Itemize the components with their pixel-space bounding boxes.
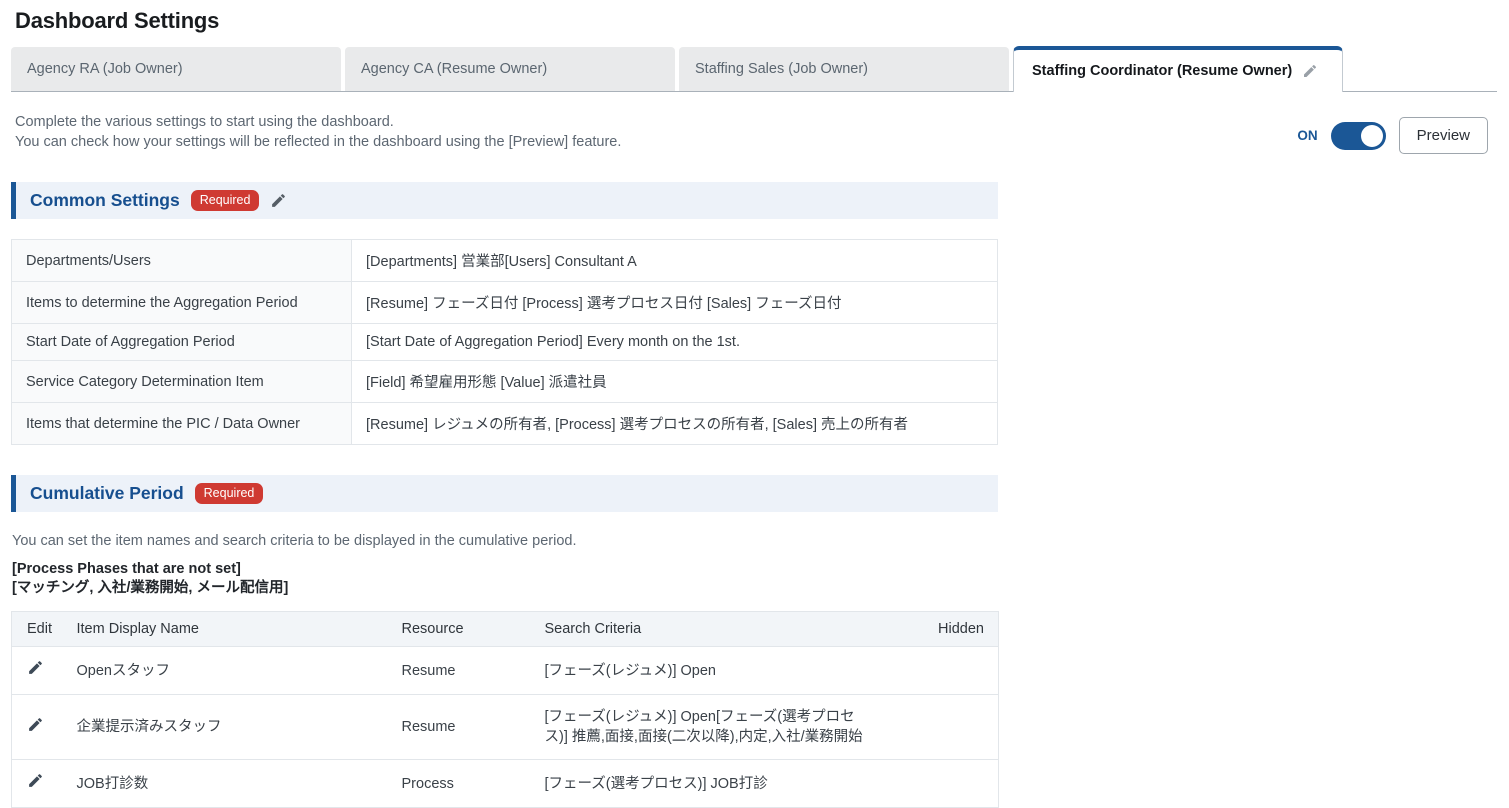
required-badge: Required xyxy=(191,190,260,211)
tab-label: Agency CA (Resume Owner) xyxy=(361,61,547,77)
search-criteria-cell: [フェーズ(選考プロセス)] JOB打診 xyxy=(533,760,876,808)
setting-value: [Field] 希望雇用形態 [Value] 派遣社員 xyxy=(352,361,998,403)
hidden-cell xyxy=(876,760,999,808)
hidden-cell xyxy=(876,695,999,760)
cumulative-period-title: Cumulative Period xyxy=(30,483,184,504)
hidden-cell xyxy=(876,647,999,695)
setting-value: [Resume] レジュメの所有者, [Process] 選考プロセスの所有者,… xyxy=(352,403,998,445)
edit-common-settings-icon[interactable] xyxy=(270,192,287,209)
resource-cell: Process xyxy=(390,760,533,808)
setting-value: [Start Date of Aggregation Period] Every… xyxy=(352,324,998,361)
page-title: Dashboard Settings xyxy=(15,8,1497,34)
tab-staffing-coordinator[interactable]: Staffing Coordinator (Resume Owner) xyxy=(1013,46,1343,92)
resource-cell: Resume xyxy=(390,695,533,760)
intro-line-2: You can check how your settings will be … xyxy=(15,132,621,152)
setting-label: Items to determine the Aggregation Perio… xyxy=(12,282,352,324)
tab-label: Staffing Sales (Job Owner) xyxy=(695,61,868,77)
tab-bar: Agency RA (Job Owner) Agency CA (Resume … xyxy=(11,47,1497,92)
search-criteria-cell: [フェーズ(レジュメ)] Open[フェーズ(選考プロセス)] 推薦,面接,面接… xyxy=(533,695,876,760)
unset-phases-value: [マッチング, 入社/業務開始, メール配信用] xyxy=(12,579,1497,598)
dashboard-controls: ON Preview xyxy=(1297,117,1493,154)
setting-value: [Resume] フェーズ日付 [Process] 選考プロセス日付 [Sale… xyxy=(352,282,998,324)
common-settings-title: Common Settings xyxy=(30,190,180,211)
cumulative-period-header: Cumulative Period Required xyxy=(11,475,998,512)
preview-button[interactable]: Preview xyxy=(1399,117,1488,154)
item-display-name-cell: 企業提示済みスタッフ xyxy=(65,695,390,760)
intro-line-1: Complete the various settings to start u… xyxy=(15,112,621,132)
intro-text: Complete the various settings to start u… xyxy=(15,112,621,152)
column-header-resource: Resource xyxy=(390,612,533,647)
edit-tab-icon[interactable] xyxy=(1302,63,1318,79)
edit-row-icon[interactable] xyxy=(27,659,44,676)
common-settings-table: Departments/Users [Departments] 営業部[User… xyxy=(11,239,998,445)
setting-label: Departments/Users xyxy=(12,240,352,282)
table-row: Items that determine the PIC / Data Owne… xyxy=(12,403,998,445)
column-header-search-criteria: Search Criteria xyxy=(533,612,876,647)
toggle-knob xyxy=(1361,125,1383,147)
setting-label: Service Category Determination Item xyxy=(12,361,352,403)
edit-cell xyxy=(12,760,65,808)
item-display-name-cell: JOB打診数 xyxy=(65,760,390,808)
tab-label: Staffing Coordinator (Resume Owner) xyxy=(1032,63,1292,79)
dashboard-on-toggle[interactable] xyxy=(1331,122,1386,150)
setting-value: [Departments] 営業部[Users] Consultant A xyxy=(352,240,998,282)
edit-row-icon[interactable] xyxy=(27,772,44,789)
resource-cell: Resume xyxy=(390,647,533,695)
edit-cell xyxy=(12,647,65,695)
table-row: JOB打診数 Process [フェーズ(選考プロセス)] JOB打診 xyxy=(12,760,999,808)
intro-row: Complete the various settings to start u… xyxy=(11,112,1497,154)
required-badge: Required xyxy=(195,483,264,504)
table-row: Openスタッフ Resume [フェーズ(レジュメ)] Open xyxy=(12,647,999,695)
dashboard-settings-page: Dashboard Settings Agency RA (Job Owner)… xyxy=(0,8,1509,808)
setting-label: Start Date of Aggregation Period xyxy=(12,324,352,361)
edit-row-icon[interactable] xyxy=(27,716,44,733)
tab-agency-ra[interactable]: Agency RA (Job Owner) xyxy=(11,47,341,91)
cumulative-period-table: Edit Item Display Name Resource Search C… xyxy=(11,611,999,808)
setting-label: Items that determine the PIC / Data Owne… xyxy=(12,403,352,445)
table-row: Items to determine the Aggregation Perio… xyxy=(12,282,998,324)
column-header-hidden: Hidden xyxy=(876,612,999,647)
cumulative-period-description: You can set the item names and search cr… xyxy=(12,531,1497,551)
item-display-name-cell: Openスタッフ xyxy=(65,647,390,695)
tab-agency-ca[interactable]: Agency CA (Resume Owner) xyxy=(345,47,675,91)
column-header-item-display-name: Item Display Name xyxy=(65,612,390,647)
table-row: Start Date of Aggregation Period [Start … xyxy=(12,324,998,361)
edit-cell xyxy=(12,695,65,760)
table-row: 企業提示済みスタッフ Resume [フェーズ(レジュメ)] Open[フェーズ… xyxy=(12,695,999,760)
table-row: Service Category Determination Item [Fie… xyxy=(12,361,998,403)
unset-process-phases-note: [Process Phases that are not set] [マッチング… xyxy=(12,560,1497,598)
column-header-edit: Edit xyxy=(12,612,65,647)
tab-staffing-sales[interactable]: Staffing Sales (Job Owner) xyxy=(679,47,1009,91)
tab-label: Agency RA (Job Owner) xyxy=(27,61,183,77)
unset-phases-label: [Process Phases that are not set] xyxy=(12,560,1497,579)
common-settings-header: Common Settings Required xyxy=(11,182,998,219)
toggle-state-label: ON xyxy=(1297,128,1317,143)
search-criteria-cell: [フェーズ(レジュメ)] Open xyxy=(533,647,876,695)
table-row: Departments/Users [Departments] 営業部[User… xyxy=(12,240,998,282)
table-header-row: Edit Item Display Name Resource Search C… xyxy=(12,612,999,647)
